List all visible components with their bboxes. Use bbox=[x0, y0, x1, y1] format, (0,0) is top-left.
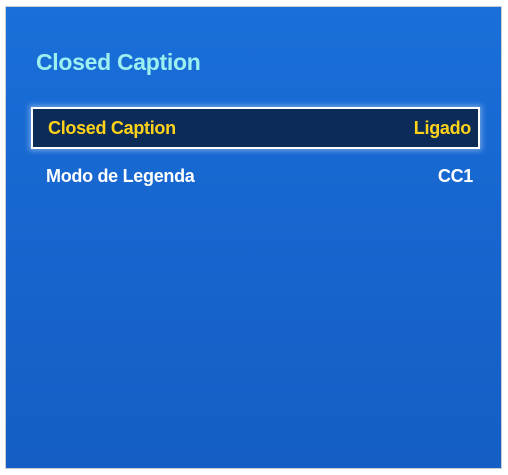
menu-item-value: CC1 bbox=[437, 165, 473, 186]
menu-item-caption-mode[interactable]: Modo de Legenda CC1 bbox=[31, 155, 480, 197]
panel-title: Closed Caption bbox=[36, 49, 201, 75]
menu-item-value: Ligado bbox=[413, 117, 472, 138]
menu-item-label: Closed Caption bbox=[48, 117, 176, 138]
closed-caption-panel: Closed Caption Closed Caption Ligado Mod… bbox=[5, 6, 502, 469]
menu-item-closed-caption[interactable]: Closed Caption Ligado bbox=[31, 107, 480, 149]
menu-item-label: Modo de Legenda bbox=[46, 165, 195, 186]
